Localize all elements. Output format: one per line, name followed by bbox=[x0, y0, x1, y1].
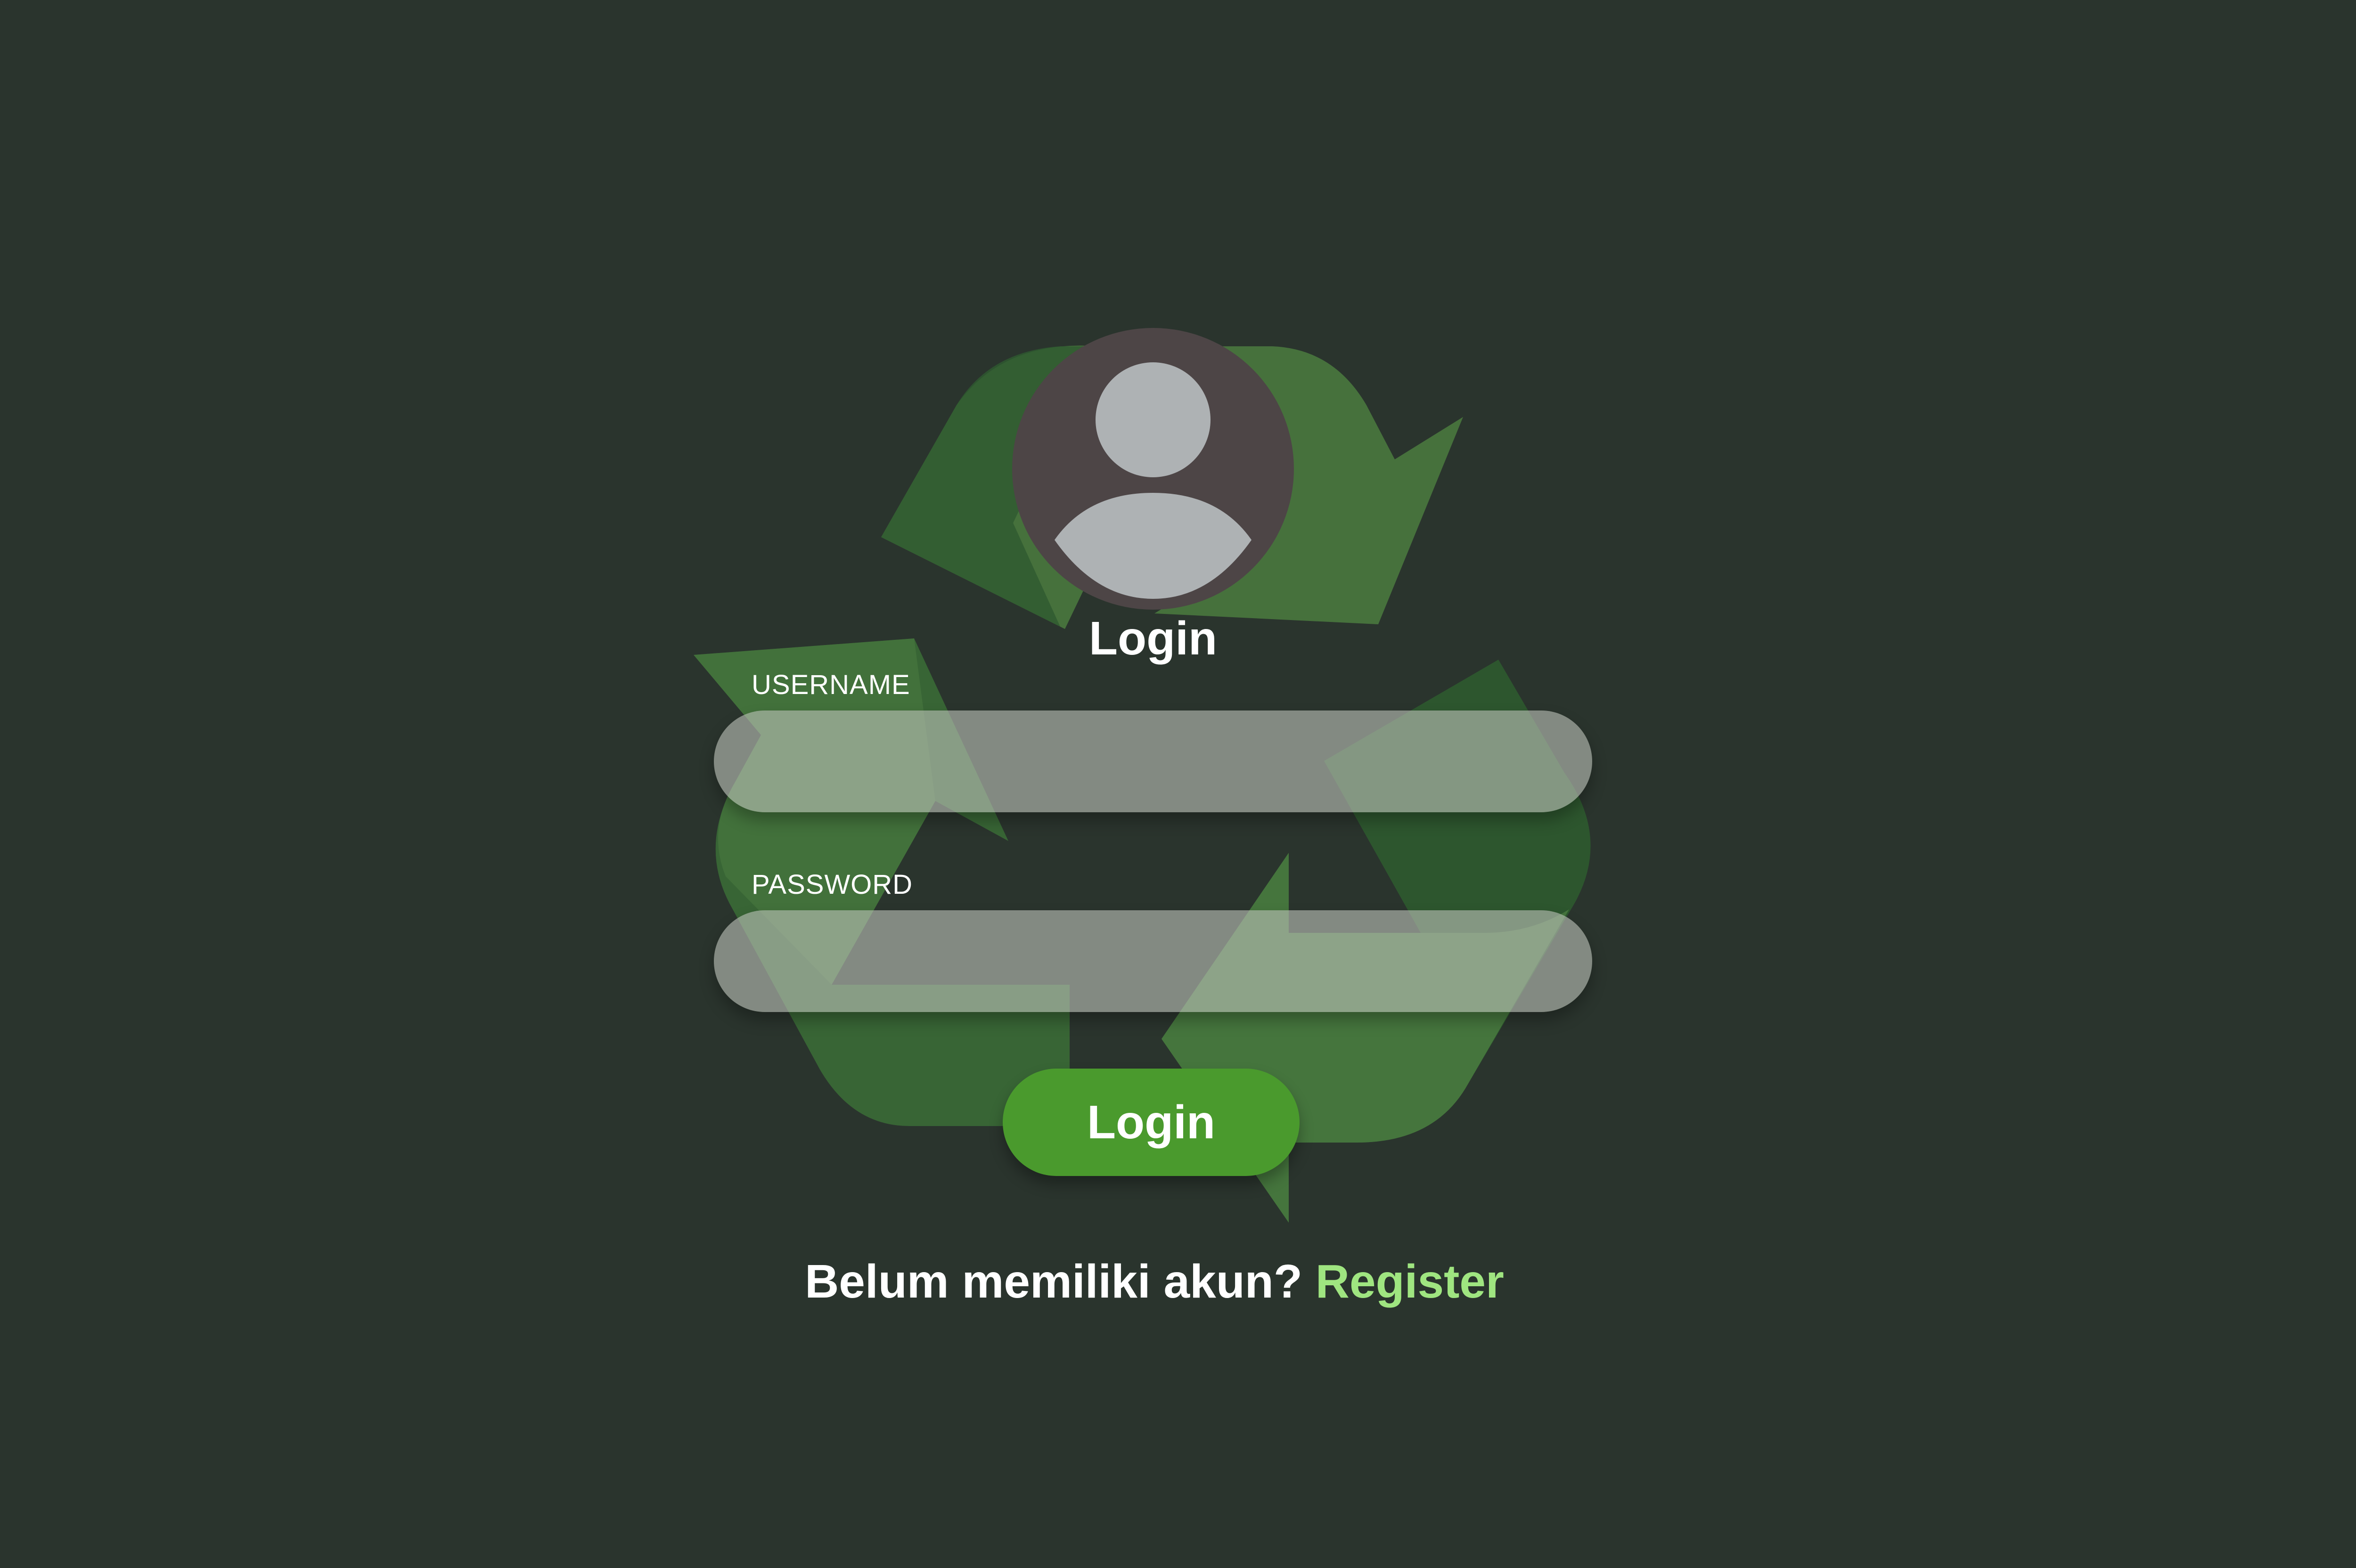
login-title: Login bbox=[1088, 612, 1218, 665]
user-avatar-icon bbox=[1012, 328, 1294, 610]
username-input[interactable] bbox=[714, 710, 1592, 812]
password-input[interactable] bbox=[714, 910, 1592, 1012]
register-prompt: Belum memiliki akun? Register bbox=[754, 1244, 1555, 1319]
register-prompt-text: Belum memiliki akun? bbox=[805, 1255, 1302, 1308]
username-label: USERNAME bbox=[752, 670, 910, 700]
password-label: PASSWORD bbox=[752, 869, 913, 900]
login-button[interactable]: Login bbox=[1003, 1069, 1300, 1176]
register-link[interactable]: Register bbox=[1316, 1255, 1504, 1308]
